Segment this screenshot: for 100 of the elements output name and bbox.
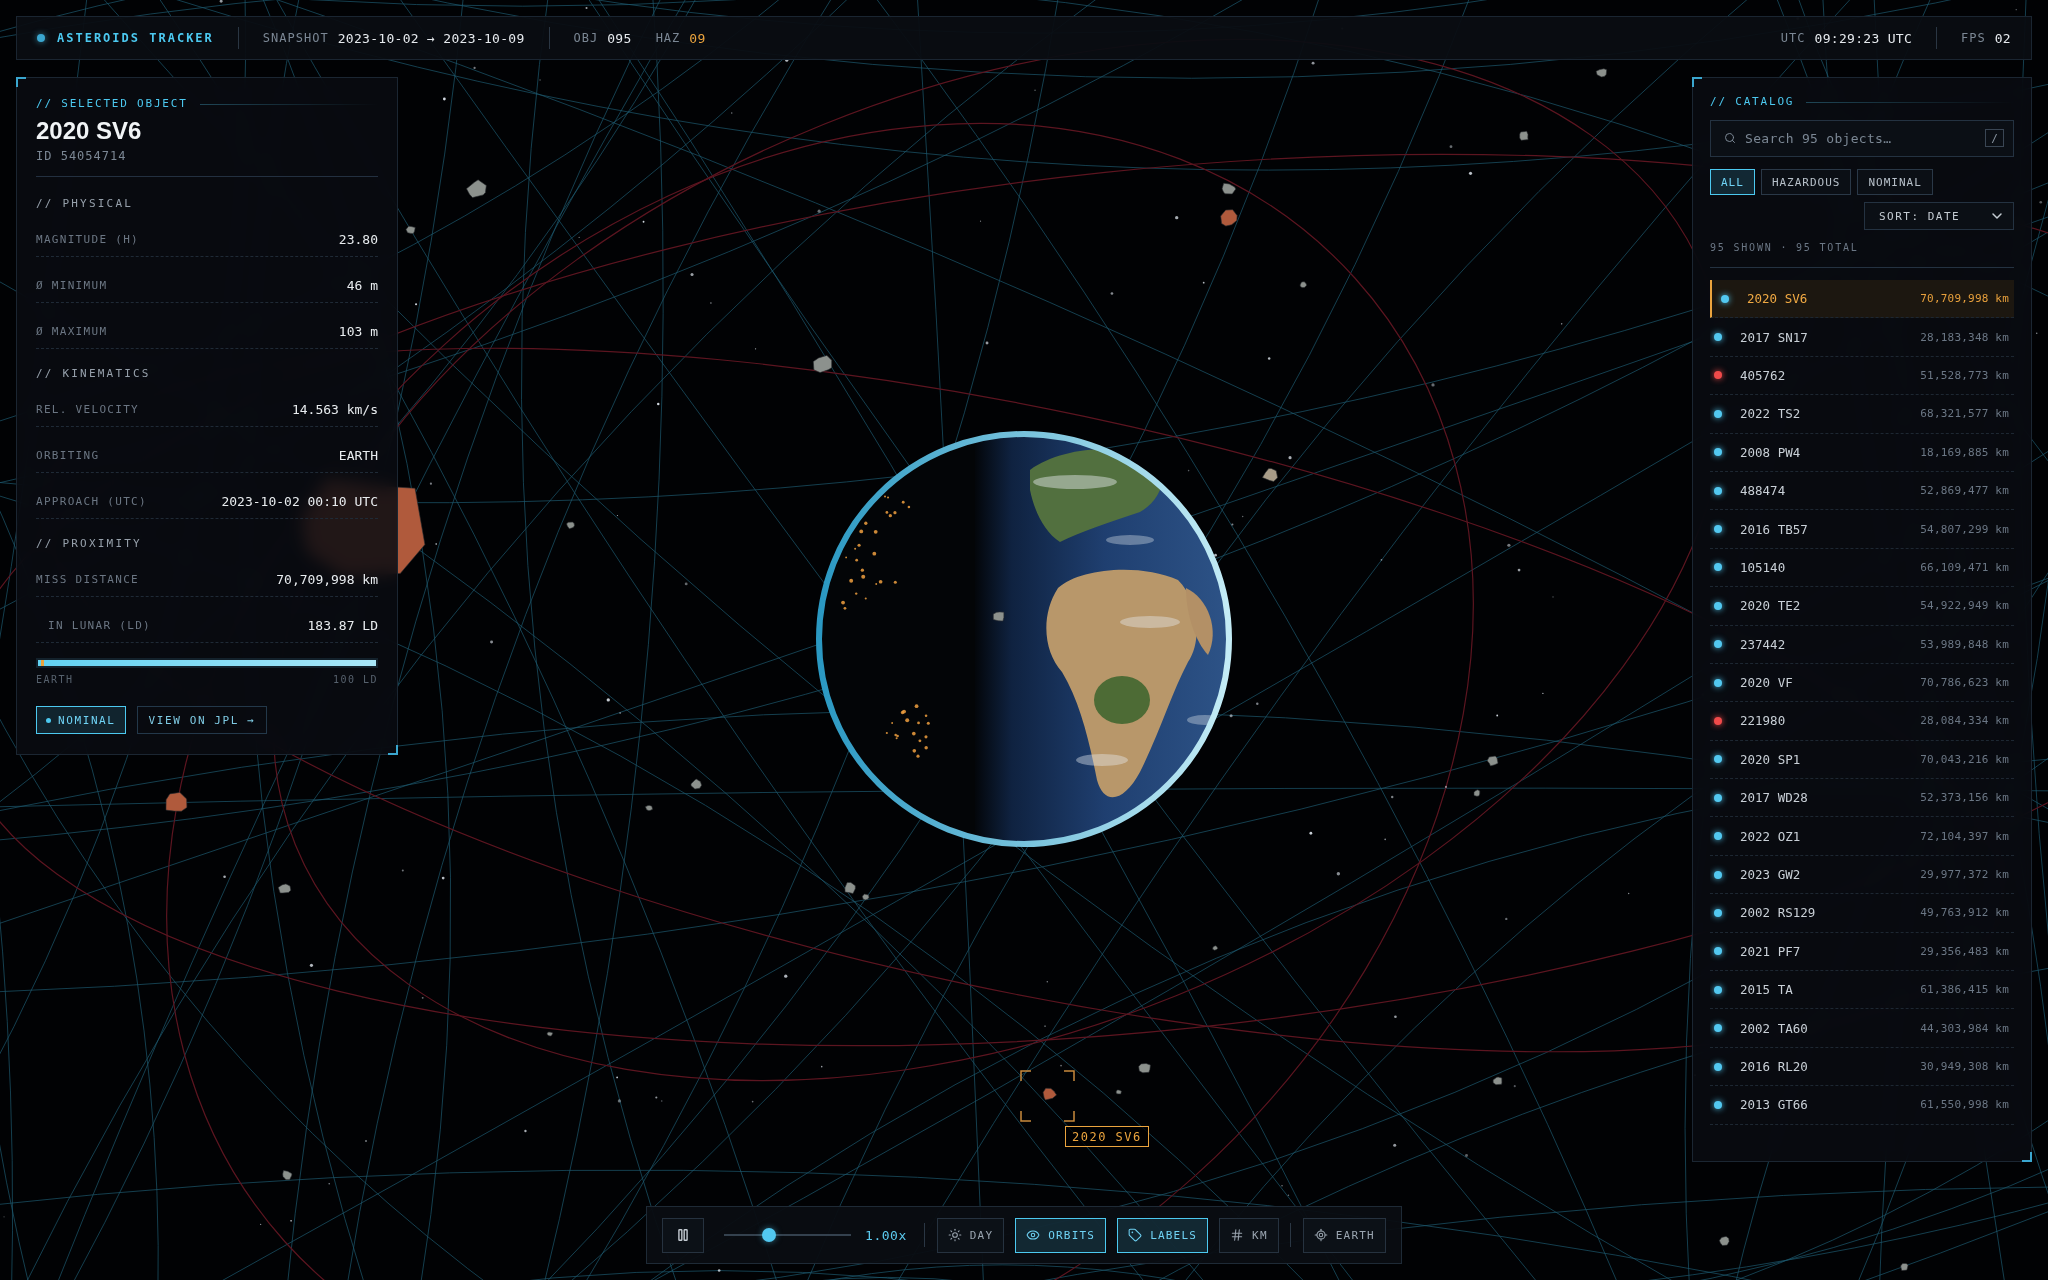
field-value: 46 m <box>346 277 378 295</box>
distance-value: 49,763,912 km <box>1920 906 2009 920</box>
field-value: 14.563 km/s <box>291 401 378 419</box>
sort-select[interactable]: SORT: DATE <box>1864 202 2014 230</box>
asteroid <box>1299 281 1307 288</box>
catalog-row[interactable]: 488474 52,869,477 km <box>1710 471 2014 511</box>
stat-value: 095 <box>607 30 632 46</box>
result-count: 95 SHOWN · 95 TOTAL <box>1710 241 1860 255</box>
toggle-button[interactable]: KM <box>1219 1217 1279 1253</box>
catalog-row[interactable]: 2022 OZ1 72,104,397 km <box>1710 817 2014 856</box>
asteroid <box>278 883 292 894</box>
object-id: ID 54054714 <box>36 148 128 164</box>
panel-heading: // CATALOG <box>1710 95 1795 109</box>
object-name: 2021 PF7 <box>1740 943 1801 959</box>
jpl-link[interactable]: VIEW ON JPL → <box>136 706 268 734</box>
catalog-row[interactable]: 2020 SV6 70,709,998 km <box>1710 280 2014 319</box>
stat-label: UTC <box>1780 31 1806 45</box>
stat-label: OBJ <box>573 31 599 45</box>
distance-value: 61,386,415 km <box>1920 983 2009 997</box>
slider-thumb[interactable] <box>761 1228 776 1242</box>
asteroid <box>1595 68 1607 78</box>
distance-value: 18,169,885 km <box>1920 445 2009 459</box>
asteroid <box>1221 182 1236 195</box>
distance-value: 54,922,949 km <box>1920 599 2009 613</box>
catalog-row[interactable]: 2021 PF7 29,356,483 km <box>1710 932 2014 972</box>
catalog-row[interactable]: 2020 VF 70,786,623 km <box>1710 663 2014 703</box>
filter-chip[interactable]: ALL <box>1710 169 1755 195</box>
catalog-row[interactable]: 2013 GT66 61,550,998 km <box>1710 1086 2014 1125</box>
field-value: 183.87 LD <box>307 617 378 635</box>
pause-button[interactable] <box>662 1217 705 1253</box>
catalog-row[interactable]: 405762 51,528,773 km <box>1710 356 2014 396</box>
asteroid <box>1519 131 1529 141</box>
catalog-row[interactable]: 2016 RL20 30,949,308 km <box>1710 1047 2014 1087</box>
catalog-row[interactable]: 221980 28,084,334 km <box>1710 702 2014 741</box>
object-name: 2008 PW4 <box>1740 444 1801 460</box>
catalog-row[interactable]: 2002 TA60 44,303,984 km <box>1710 1009 2014 1048</box>
object-name: 488474 <box>1740 483 1786 499</box>
app-title: ASTEROIDS TRACKER <box>57 31 214 45</box>
catalog-row[interactable]: 2022 TS2 68,321,577 km <box>1710 395 2014 434</box>
asteroid <box>1262 468 1278 482</box>
sort-label: SORT: DATE <box>1879 209 1961 223</box>
distance-value: 44,303,984 km <box>1920 1021 2009 1035</box>
asteroid <box>546 1031 554 1037</box>
toggle-button[interactable]: DAY <box>936 1217 1005 1253</box>
catalog-row[interactable]: 2020 TE2 54,922,949 km <box>1710 587 2014 626</box>
catalog-row[interactable]: 2017 WD28 52,373,156 km <box>1710 779 2014 818</box>
object-name: 2017 SN17 <box>1740 329 1808 345</box>
catalog-row[interactable]: 2002 RS129 49,763,912 km <box>1710 894 2014 933</box>
distance-value: 70,043,216 km <box>1920 752 2009 766</box>
tag-icon <box>1128 1228 1143 1242</box>
catalog-row[interactable]: 2020 SP1 70,043,216 km <box>1710 740 2014 780</box>
shortcut-key: / <box>1985 129 2004 147</box>
asteroid <box>1486 755 1499 767</box>
target-label: 2020 SV6 <box>1065 1126 1149 1147</box>
stat-value: 09:29:23 UTC <box>1814 30 1913 46</box>
stat-value: 02 <box>1994 30 2011 46</box>
object-name: 405762 <box>1740 367 1786 383</box>
field-label: IN LUNAR (LD) <box>47 618 151 634</box>
catalog-row[interactable]: 2023 GW2 29,977,372 km <box>1710 855 2014 895</box>
status-dot-icon <box>37 34 45 42</box>
asteroid <box>466 179 487 198</box>
distance-value: 51,528,773 km <box>1920 368 2009 382</box>
catalog-row[interactable]: 2016 TB57 54,807,299 km <box>1710 510 2014 549</box>
object-name: 2016 RL20 <box>1740 1059 1808 1074</box>
asteroid <box>1115 1089 1122 1095</box>
asteroid <box>282 1170 293 1181</box>
stat-label: SNAPSHOT <box>262 31 329 45</box>
panel-heading: // SELECTED OBJECT <box>36 97 188 111</box>
asteroid <box>1042 1088 1057 1101</box>
asteroid <box>405 225 416 234</box>
field-label: REL. VELOCITY <box>36 402 139 418</box>
catalog-row[interactable]: 105140 66,109,471 km <box>1710 548 2014 588</box>
toggle-button[interactable]: LABELS <box>1117 1217 1209 1253</box>
stat-label: HAZ <box>655 31 681 45</box>
distance-value: 70,709,998 km <box>1920 292 2009 306</box>
distance-value: 29,977,372 km <box>1920 868 2009 882</box>
catalog-row[interactable]: 2015 TA 61,386,415 km <box>1710 971 2014 1010</box>
catalog-row[interactable]: 2017 SN17 28,183,348 km <box>1710 318 2014 357</box>
asteroid <box>1220 209 1238 227</box>
filter-chip[interactable]: NOMINAL <box>1857 169 1933 195</box>
stat-value: 2023-10-02 → 2023-10-09 <box>337 30 525 46</box>
object-name: 2002 TA60 <box>1740 1020 1808 1036</box>
corner-bracket <box>1692 77 1702 87</box>
distance-value: 28,183,348 km <box>1920 330 2009 344</box>
asteroid <box>844 882 856 894</box>
field-value: 103 m <box>338 323 378 341</box>
asteroid <box>862 893 870 901</box>
distance-value: 66,109,471 km <box>1920 560 2009 574</box>
asteroid <box>1138 1063 1151 1074</box>
asteroid <box>165 792 188 812</box>
field-label: Ø MAXIMUM <box>36 324 108 340</box>
catalog-row[interactable]: 237442 53,989,848 km <box>1710 625 2014 664</box>
focus-button[interactable]: EARTH <box>1302 1217 1386 1253</box>
toggle-button[interactable]: ORBITS <box>1015 1217 1107 1253</box>
section-heading: // PHYSICAL <box>36 197 135 211</box>
catalog-row[interactable]: 2008 PW4 18,169,885 km <box>1710 433 2014 472</box>
object-name: 2020 VF <box>1740 675 1793 691</box>
filter-chip[interactable]: HAZARDOUS <box>1760 169 1852 195</box>
asteroid <box>993 611 1005 622</box>
field-label: ORBITING <box>36 448 100 464</box>
